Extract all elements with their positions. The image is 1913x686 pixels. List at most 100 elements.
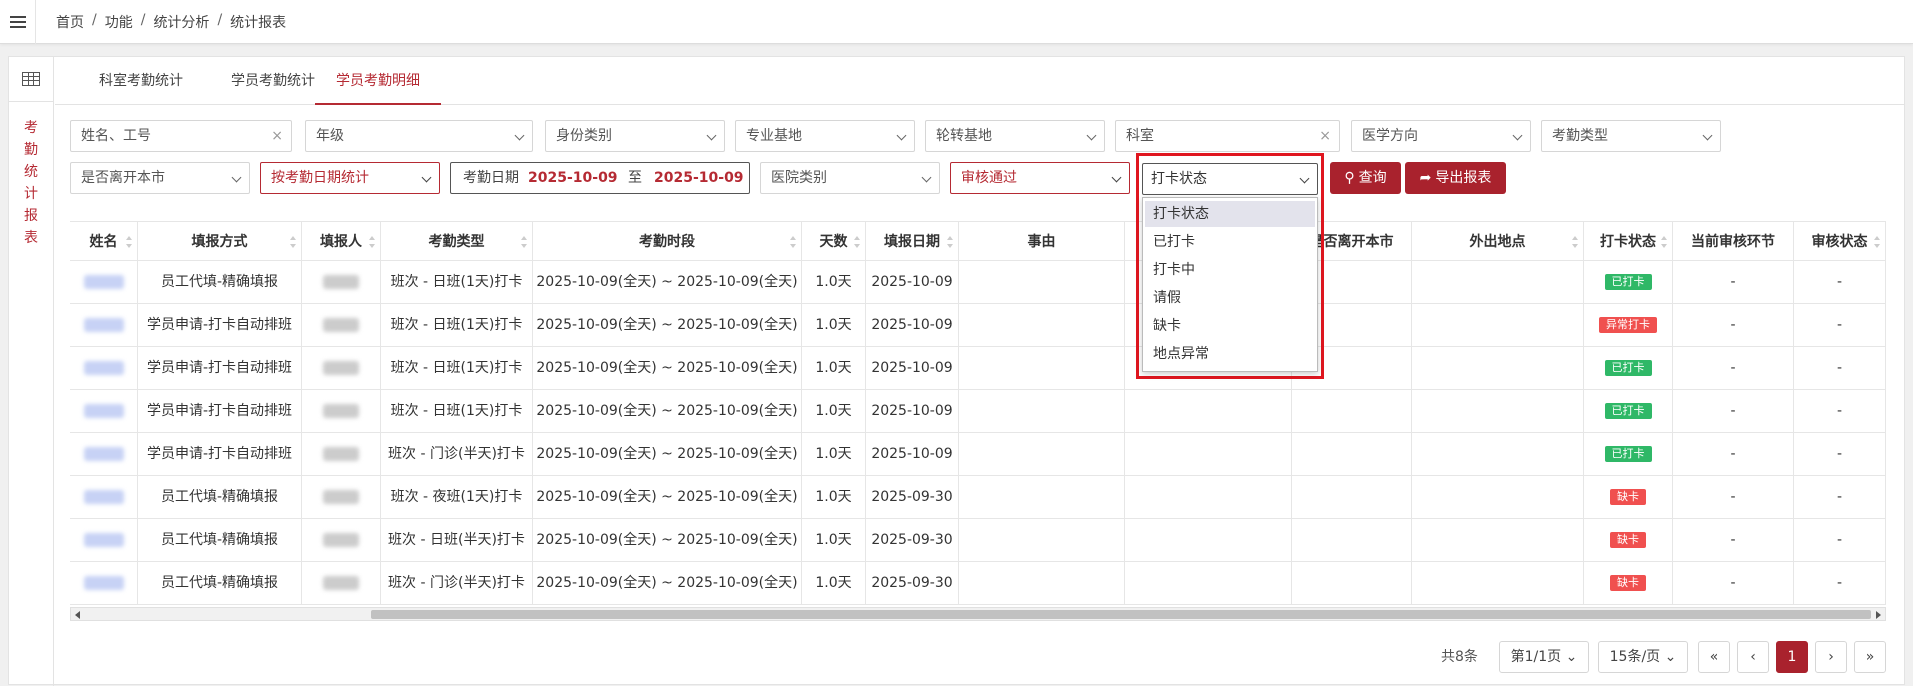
attendance-type-select[interactable]: 考勤类型 [1541,120,1721,152]
rotation-select[interactable]: 轮转基地 [925,120,1105,152]
table-cell: 已打卡 [1584,261,1673,304]
sort-icon[interactable] [1661,236,1667,248]
column-header[interactable]: 填报日期 [866,221,959,261]
table-cell [959,562,1125,605]
table-cell: - [1794,476,1886,519]
breadcrumb-item[interactable]: 首页 [56,12,84,32]
sort-icon[interactable] [369,236,375,248]
redacted-name[interactable] [83,318,124,332]
sort-icon[interactable] [1572,236,1578,248]
grade-select[interactable]: 年级 [305,120,533,152]
table-cell [302,390,381,433]
sort-icon[interactable] [521,236,527,248]
redacted-name[interactable] [83,361,124,375]
dropdown-option[interactable]: 缺卡 [1145,313,1315,339]
current-page-button[interactable]: 1 [1776,641,1808,673]
leave-city-select[interactable]: 是否离开本市 [70,162,250,194]
chevron-down-icon [1702,130,1713,141]
hospital-type-select[interactable]: 医院类别 [760,162,940,194]
table-cell: 2025-09-30 [866,562,959,605]
sort-icon[interactable] [1874,236,1880,248]
redacted-name[interactable] [83,275,124,289]
last-page-button[interactable]: » [1854,641,1886,673]
prev-page-button[interactable]: ‹ [1737,641,1769,673]
dropdown-option[interactable]: 请假 [1145,285,1315,311]
redacted-reporter [323,275,359,289]
query-button[interactable]: ⚲ 查询 [1330,162,1401,194]
table-cell [1292,476,1412,519]
direction-select[interactable]: 医学方向 [1351,120,1531,152]
table-cell: 班次 - 门诊(半天)打卡 [381,562,533,605]
page-size-select[interactable]: 15条/页 ⌄ [1598,641,1688,673]
table-icon[interactable] [22,72,40,86]
breadcrumb-item[interactable]: 统计分析 [153,12,209,32]
redacted-name[interactable] [83,404,124,418]
column-header[interactable]: 填报人 [302,221,381,261]
dropdown-option[interactable]: 已打卡 [1145,229,1315,255]
chevron-down-icon [921,172,932,183]
clock-status-select[interactable]: 打卡状态 [1142,163,1318,195]
dept-input[interactable]: 科室 × [1115,120,1340,152]
column-header[interactable]: 当前审核环节 [1673,221,1794,261]
column-header[interactable]: 填报方式 [138,221,302,261]
horizontal-scrollbar[interactable] [70,607,1886,621]
tab-dept-stats[interactable]: 科室考勤统计 [81,57,201,105]
table-cell: 班次 - 门诊(半天)打卡 [381,433,533,476]
date-range-picker[interactable]: 考勤日期 2025-10-09 至 2025-10-09 [450,162,750,194]
sort-icon[interactable] [854,236,860,248]
dropdown-option[interactable]: 地点异常 [1145,341,1315,367]
column-header[interactable]: 打卡状态 [1584,221,1673,261]
chevron-down-icon: ⌄ [1565,649,1578,665]
table-cell [1412,304,1584,347]
table-cell: - [1794,519,1886,562]
sort-icon[interactable] [947,236,953,248]
table-cell: 学员申请-打卡自动排班 [138,347,302,390]
clear-icon[interactable]: × [1319,121,1331,151]
menu-toggle-button[interactable] [0,0,36,44]
redacted-name[interactable] [83,576,124,590]
tab-student-detail[interactable]: 学员考勤明细 [315,57,441,105]
table-cell: 2025-10-09(全天) ~ 2025-10-09(全天) [533,261,802,304]
identity-select[interactable]: 身份类别 [545,120,725,152]
clear-icon[interactable]: × [271,121,283,151]
scroll-left-icon[interactable] [75,611,80,619]
chevron-down-icon [514,130,525,141]
redacted-reporter [323,490,359,504]
column-header[interactable]: 事由 [959,221,1125,261]
name-input[interactable]: 姓名、工号 × [70,120,292,152]
column-header[interactable]: 姓名 [70,221,138,261]
sort-icon[interactable] [790,236,796,248]
table-cell [70,519,138,562]
table-cell: 2025-10-09 [866,390,959,433]
sort-icon[interactable] [290,236,296,248]
base-select[interactable]: 专业基地 [735,120,915,152]
table-cell: 1.0天 [802,562,866,605]
column-header[interactable]: 审核状态 [1794,221,1886,261]
first-page-button[interactable]: « [1698,641,1730,673]
table-cell: 学员申请-打卡自动排班 [138,433,302,476]
table-cell: - [1794,433,1886,476]
date-from[interactable]: 2025-10-09 [528,163,618,193]
redacted-name[interactable] [83,533,124,547]
redacted-name[interactable] [83,447,124,461]
scrollbar-thumb[interactable] [371,610,1871,619]
next-page-button[interactable]: › [1815,641,1847,673]
column-header[interactable]: 考勤时段 [533,221,802,261]
redacted-name[interactable] [83,490,124,504]
date-to[interactable]: 2025-10-09 [654,163,744,193]
column-header[interactable]: 外出地点 [1412,221,1584,261]
dropdown-option[interactable]: 打卡中 [1145,257,1315,283]
export-button[interactable]: ➦ 导出报表 [1405,162,1506,194]
breadcrumb-item[interactable]: 功能 [105,12,133,32]
breadcrumb-item: 统计报表 [230,14,287,31]
breadcrumb-separator: / [217,11,223,28]
table-cell: 学员申请-打卡自动排班 [138,304,302,347]
column-header[interactable]: 考勤类型 [381,221,533,261]
dropdown-option[interactable]: 打卡状态 [1145,201,1315,227]
stat-mode-select[interactable]: 按考勤日期统计 [260,162,440,194]
sort-icon[interactable] [126,236,132,248]
column-header[interactable]: 天数 [802,221,866,261]
scroll-right-icon[interactable] [1876,611,1881,619]
page-select[interactable]: 第1/1页 ⌄ [1499,641,1589,673]
audit-select[interactable]: 审核通过 [950,162,1130,194]
